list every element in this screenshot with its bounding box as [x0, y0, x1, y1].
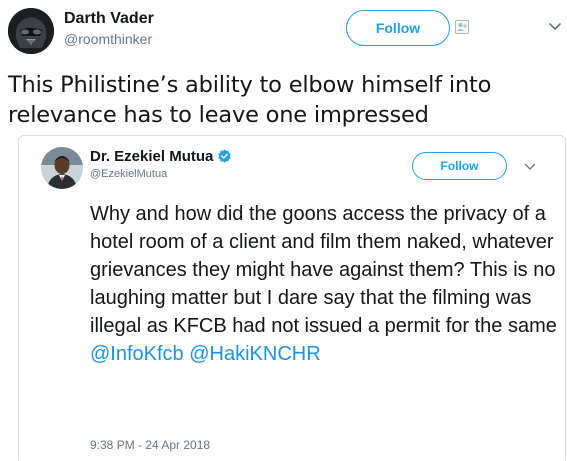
- quoted-author-name[interactable]: Dr. Ezekiel Mutua: [90, 148, 232, 165]
- person-avatar-icon: [41, 147, 83, 189]
- quoted-chevron-down-icon[interactable]: [524, 163, 536, 171]
- quoted-avatar[interactable]: [41, 147, 83, 189]
- author-name[interactable]: Darth Vader: [64, 10, 154, 28]
- quoted-tweet-body: Why and how did the goons access the pri…: [90, 203, 557, 337]
- chevron-down-icon[interactable]: [548, 22, 562, 32]
- tweet-text: This Philistine’s ability to elbow himse…: [8, 72, 492, 128]
- mention-links[interactable]: @InfoKfcb @HakiKNCHR: [90, 343, 321, 365]
- quoted-author-handle[interactable]: @EzekielMutua: [90, 168, 167, 180]
- quoted-author-name-text[interactable]: Dr. Ezekiel Mutua: [90, 148, 213, 165]
- quoted-tweet-card[interactable]: Dr. Ezekiel Mutua @EzekielMutua Follow W…: [18, 135, 566, 461]
- quoted-follow-button[interactable]: Follow: [412, 152, 507, 180]
- avatar[interactable]: [8, 8, 54, 54]
- author-handle[interactable]: @roomthinker: [64, 31, 152, 47]
- quoted-tweet-text: Why and how did the goons access the pri…: [90, 200, 560, 368]
- add-user-icon[interactable]: [455, 20, 469, 34]
- quoted-timestamp[interactable]: 9:38 PM - 24 Apr 2018: [90, 438, 210, 452]
- follow-button[interactable]: Follow: [346, 10, 450, 46]
- verified-badge-icon: [218, 149, 232, 163]
- darth-vader-helmet-icon: [8, 8, 54, 54]
- tweet-header: Darth Vader @roomthinker Follow: [0, 0, 567, 62]
